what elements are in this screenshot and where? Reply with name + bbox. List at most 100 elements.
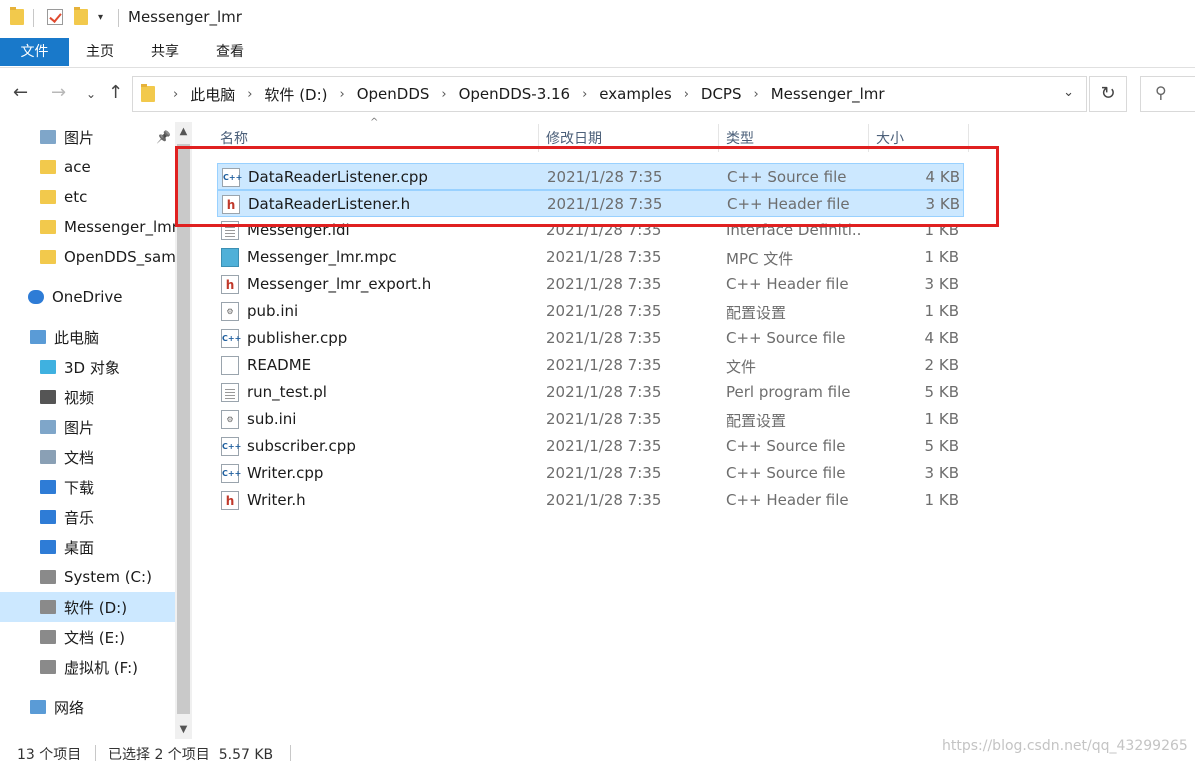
file-row[interactable]: C++ publisher.cpp 2021/1/28 7:35 C++ Source… [217, 325, 964, 352]
nav-item[interactable]: 网络 [0, 692, 175, 722]
pin-icon[interactable]: 📌 [156, 130, 171, 144]
nav-item-label: 3D 对象 [64, 358, 120, 377]
file-size: 1 KB [924, 491, 959, 509]
tab-share[interactable]: 共享 [151, 38, 179, 66]
nav-item[interactable]: 视频 [0, 382, 175, 412]
nav-item[interactable]: OpenDDS_samp [0, 242, 175, 272]
up-arrow-icon[interactable]: ↑ [108, 82, 123, 103]
nav-item[interactable]: 音乐 [0, 502, 175, 532]
new-folder-icon[interactable] [74, 7, 88, 25]
3d-objects-icon [40, 360, 56, 374]
file-name: README [247, 356, 312, 374]
breadcrumb-current-folder[interactable]: Messenger_lmr [771, 85, 885, 103]
folder-icon [40, 190, 56, 204]
divider [95, 745, 96, 761]
breadcrumb-opendds[interactable]: OpenDDS [357, 85, 430, 103]
chevron-right-icon[interactable]: › [173, 87, 178, 102]
forward-arrow-icon[interactable]: → [51, 82, 66, 103]
breadcrumb-examples[interactable]: examples [599, 85, 671, 103]
chevron-right-icon[interactable]: › [582, 87, 587, 102]
nav-item[interactable]: 文档 (E:) [0, 622, 175, 652]
nav-item-label: 软件 (D:) [64, 598, 128, 617]
back-arrow-icon[interactable]: ← [13, 82, 28, 103]
quick-access-dropdown-icon[interactable]: ▾ [98, 12, 103, 23]
file-type: 文件 [726, 358, 757, 376]
file-type: C++ Source file [726, 464, 846, 482]
ini-file-icon: ⚙ [221, 410, 239, 429]
file-date: 2021/1/28 7:35 [546, 329, 662, 347]
nav-item-label: etc [64, 188, 88, 206]
breadcrumb-this-pc[interactable]: 此电脑 [190, 84, 235, 105]
scroll-thumb[interactable] [177, 144, 190, 714]
address-bar[interactable]: › 此电脑 › 软件 (D:) › OpenDDS › OpenDDS-3.16… [132, 76, 1087, 112]
file-row[interactable]: ⚙ pub.ini 2021/1/28 7:35 配置设置 1 KB [217, 298, 964, 325]
file-row[interactable]: C++ Writer.cpp 2021/1/28 7:35 C++ Source fi… [217, 460, 964, 487]
nav-item-label: 文档 [64, 448, 95, 467]
file-date: 2021/1/28 7:35 [546, 464, 662, 482]
file-row[interactable]: ⚙ sub.ini 2021/1/28 7:35 配置设置 1 KB [217, 406, 964, 433]
file-size: 4 KB [924, 329, 959, 347]
tab-view[interactable]: 查看 [216, 38, 244, 66]
nav-item[interactable]: OneDrive [0, 282, 175, 312]
file-size: 5 KB [924, 437, 959, 455]
drive-icon [40, 660, 56, 674]
scroll-down-icon[interactable]: ▼ [175, 724, 192, 735]
chevron-right-icon[interactable]: › [684, 87, 689, 102]
divider [118, 9, 119, 27]
file-row[interactable]: C++ subscriber.cpp 2021/1/28 7:35 C++ Sourc… [217, 433, 964, 460]
header-file-icon: h [221, 491, 239, 510]
nav-item[interactable]: 3D 对象 [0, 352, 175, 382]
item-count: 13 个项目 [17, 747, 82, 763]
title-bar: ▾ Messenger_lmr [0, 0, 1195, 36]
file-row[interactable]: Messenger_lmr.mpc 2021/1/28 7:35 MPC 文件 1 K… [217, 244, 964, 271]
search-input[interactable]: ⚲ [1140, 76, 1195, 112]
nav-item-label: OpenDDS_samp [64, 248, 175, 266]
pictures-icon [40, 130, 56, 144]
cpp-file-icon: C++ [221, 329, 241, 348]
folder-icon [40, 160, 56, 174]
chevron-down-icon[interactable]: ⌄ [1063, 85, 1074, 100]
tab-file[interactable]: 文件 [0, 38, 69, 66]
folder-icon [10, 7, 24, 25]
file-type: C++ Source file [726, 329, 846, 347]
chevron-right-icon[interactable]: › [340, 87, 345, 102]
chevron-right-icon[interactable]: › [247, 87, 252, 102]
file-row[interactable]: README 2021/1/28 7:35 文件 2 KB [217, 352, 964, 379]
drive-icon [40, 570, 56, 584]
cpp-file-icon: C++ [221, 464, 241, 483]
tab-home[interactable]: 主页 [86, 38, 114, 66]
nav-item-label: 下载 [64, 478, 95, 497]
nav-item[interactable]: 虚拟机 (F:) [0, 652, 175, 682]
nav-item[interactable]: 此电脑 [0, 322, 175, 352]
refresh-button[interactable]: ↻ [1089, 76, 1127, 112]
nav-item[interactable]: System (C:) [0, 562, 175, 592]
nav-item[interactable]: Messenger_lmr [0, 212, 175, 242]
nav-item[interactable]: 软件 (D:) [0, 592, 175, 622]
file-date: 2021/1/28 7:35 [546, 383, 662, 401]
download-icon [40, 480, 56, 494]
nav-item[interactable]: 图片 [0, 412, 175, 442]
chevron-right-icon[interactable]: › [441, 87, 446, 102]
breadcrumb-dcps[interactable]: DCPS [701, 85, 742, 103]
file-name: subscriber.cpp [247, 437, 356, 455]
file-name: Writer.cpp [247, 464, 324, 482]
navigation-bar: ← → ⌄ ↑ › 此电脑 › 软件 (D:) › OpenDDS › Open… [0, 69, 1195, 119]
file-date: 2021/1/28 7:35 [546, 248, 662, 266]
chevron-right-icon[interactable]: › [753, 87, 758, 102]
nav-item-label: 图片 [64, 128, 95, 147]
recent-locations-icon[interactable]: ⌄ [86, 87, 96, 101]
nav-item[interactable]: 图片 📌 [0, 122, 175, 152]
nav-item[interactable]: ace [0, 152, 175, 182]
breadcrumb-opendds-version[interactable]: OpenDDS-3.16 [459, 85, 571, 103]
file-row[interactable]: run_test.pl 2021/1/28 7:35 Perl program fi… [217, 379, 964, 406]
file-row[interactable]: h Writer.h 2021/1/28 7:35 C++ Header file 1 … [217, 487, 964, 514]
nav-item[interactable]: 下载 [0, 472, 175, 502]
breadcrumb-drive-d[interactable]: 软件 (D:) [264, 84, 327, 105]
scroll-up-icon[interactable]: ▲ [175, 126, 192, 137]
computer-icon [30, 330, 46, 344]
file-row[interactable]: h Messenger_lmr_export.h 2021/1/28 7:35 C++… [217, 271, 964, 298]
nav-item[interactable]: 文档 [0, 442, 175, 472]
nav-item[interactable]: etc [0, 182, 175, 212]
properties-icon[interactable] [47, 9, 63, 25]
nav-item[interactable]: 桌面 [0, 532, 175, 562]
